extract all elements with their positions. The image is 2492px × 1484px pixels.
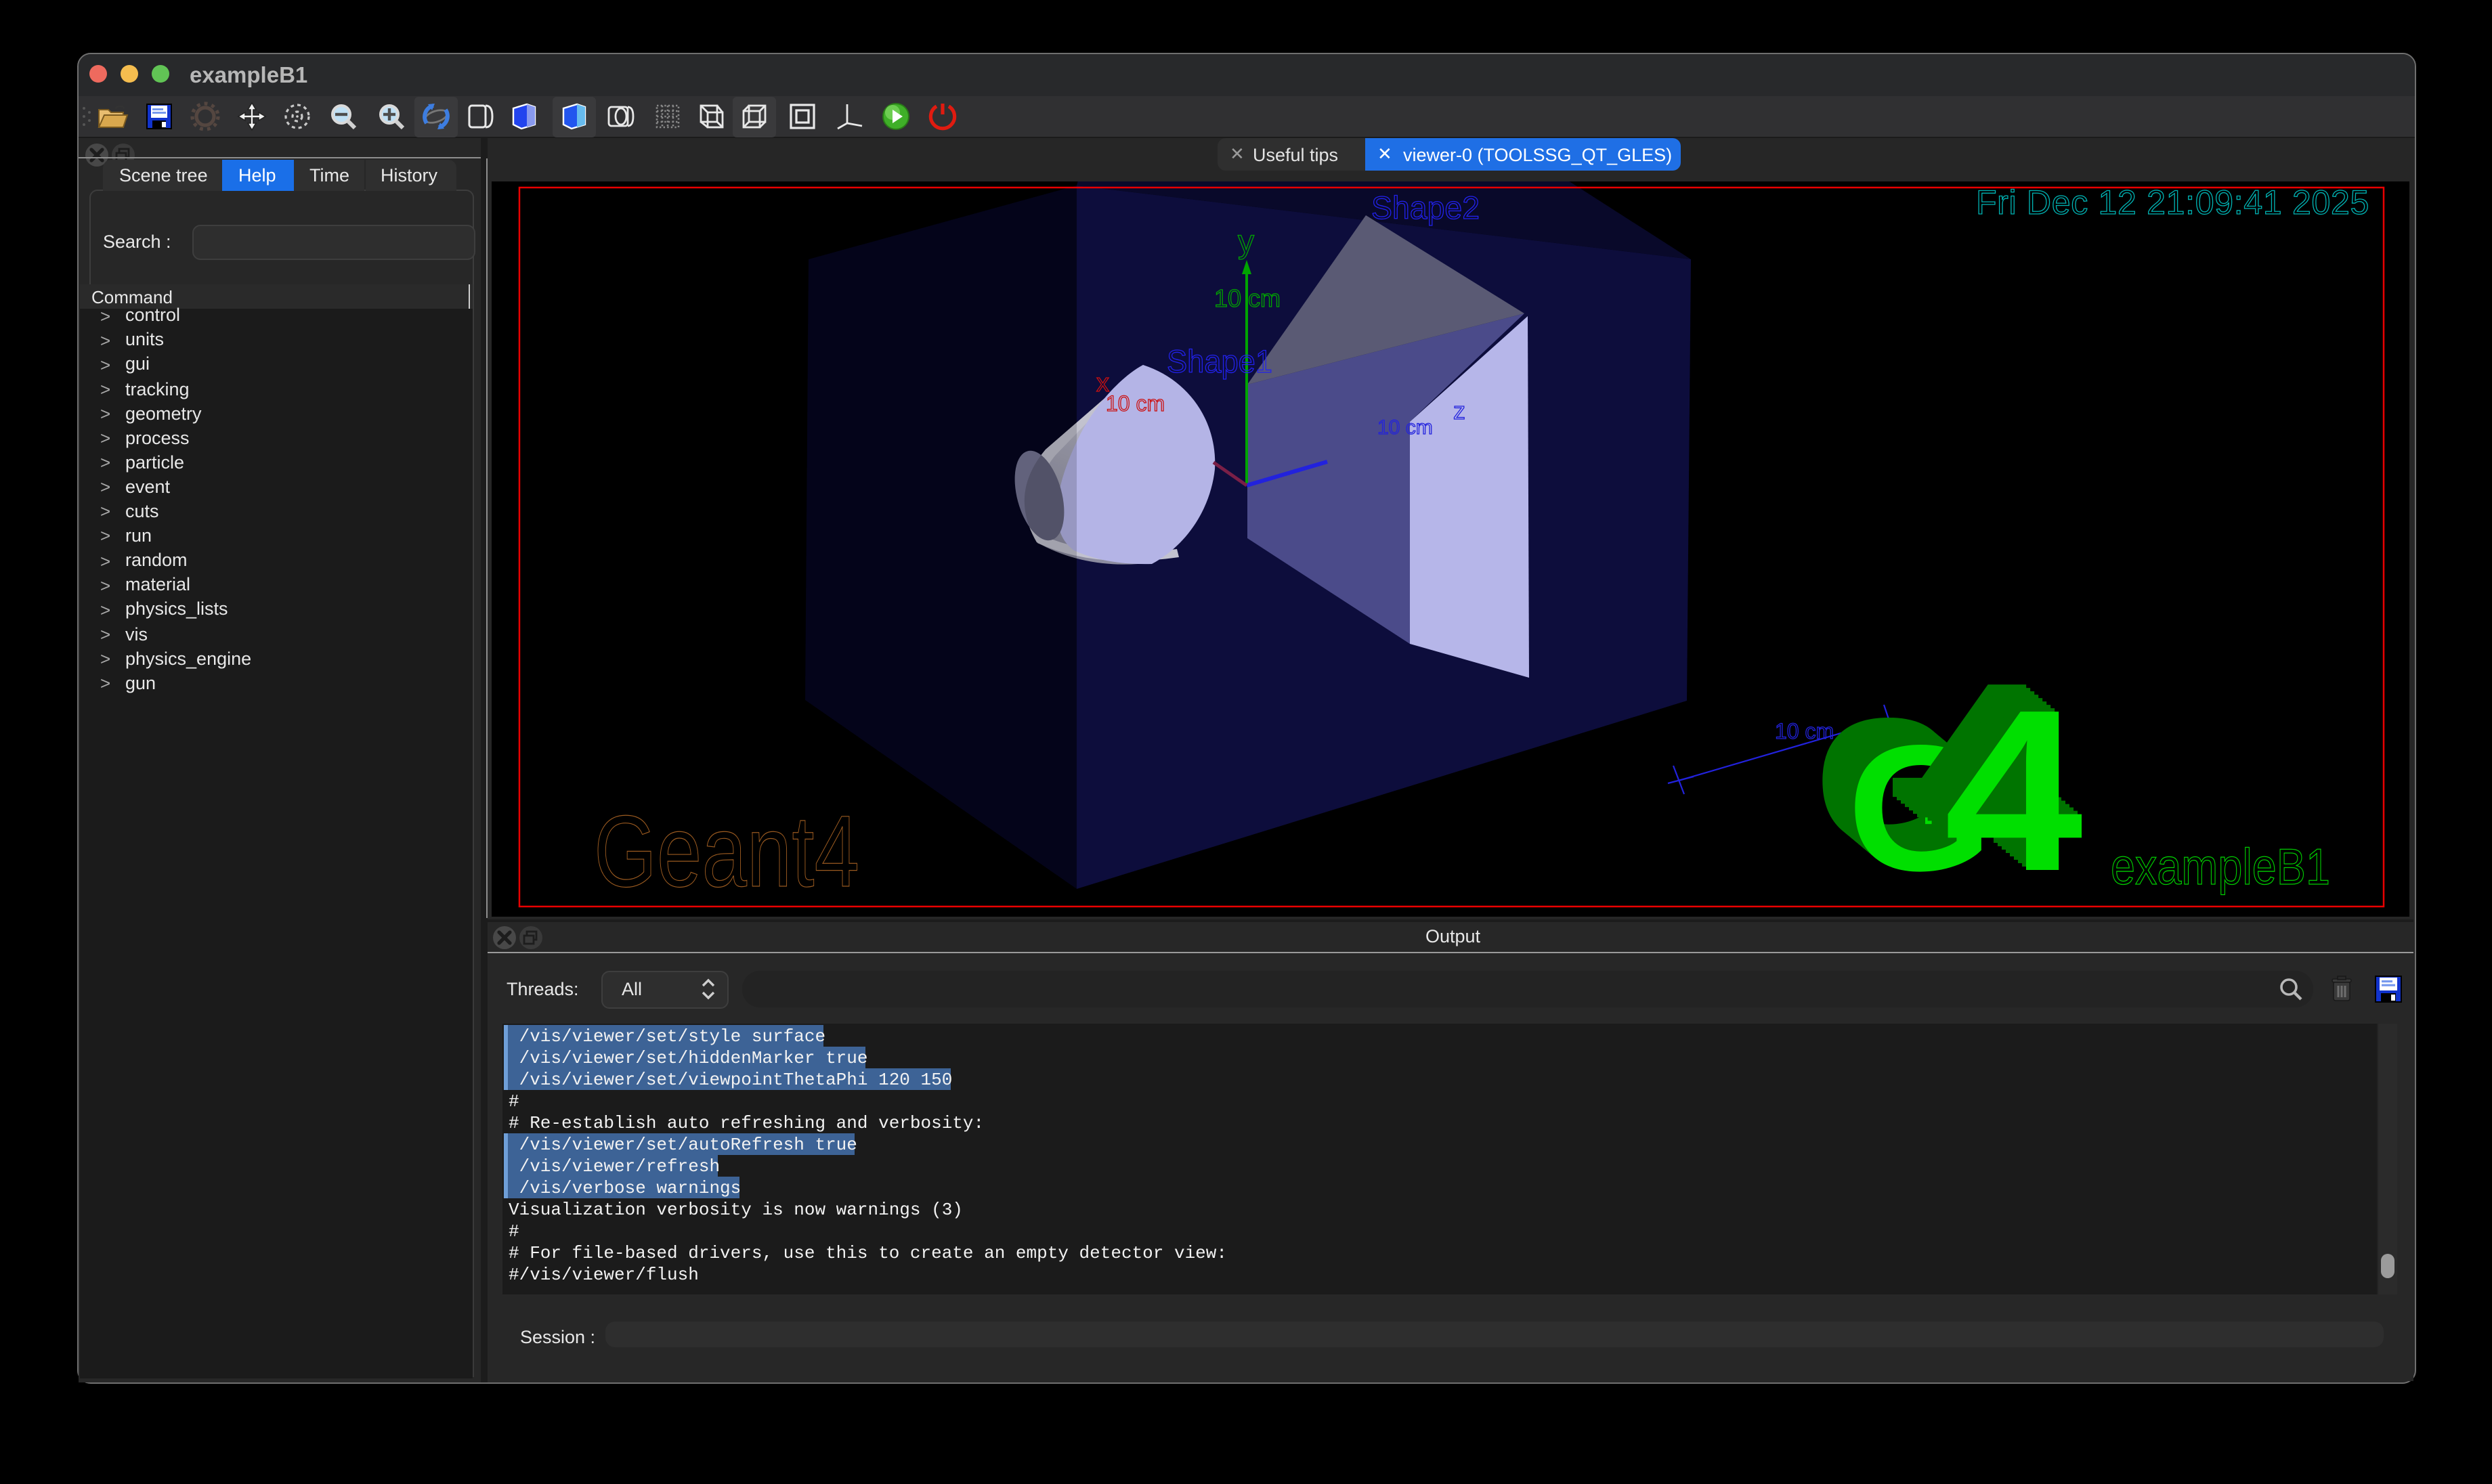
svg-text:z: z (1453, 396, 1465, 424)
svg-text:10 cm: 10 cm (1105, 391, 1164, 415)
svg-text:Fri Dec 12 21:09:41 2025: Fri Dec 12 21:09:41 2025 (1975, 183, 2369, 221)
svg-text:Geant4: Geant4 (593, 793, 859, 907)
svg-text:Shape2: Shape2 (1371, 189, 1479, 225)
svg-text:10 cm: 10 cm (1213, 284, 1280, 311)
svg-text:Shape1: Shape1 (1166, 343, 1272, 378)
svg-text:exampleB1: exampleB1 (2110, 837, 2329, 894)
svg-text:10 cm: 10 cm (1377, 416, 1432, 438)
svg-text:4: 4 (1943, 661, 2084, 917)
svg-text:y: y (1237, 223, 1253, 259)
